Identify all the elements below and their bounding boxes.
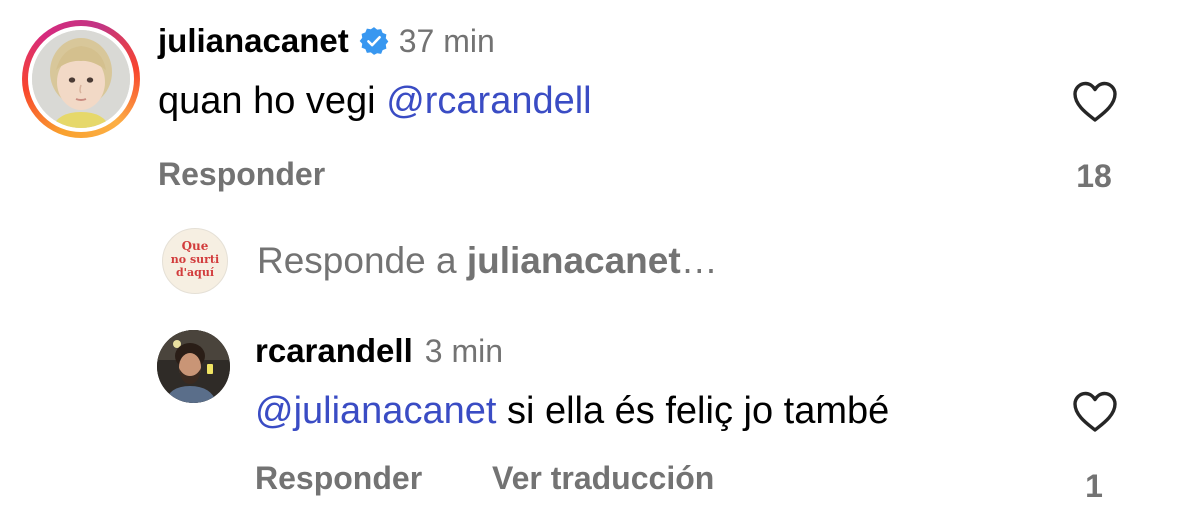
like-button[interactable] <box>1071 390 1119 439</box>
comment-text: @julianacanet si ella és feliç jo també <box>255 390 889 433</box>
svg-text:no surti: no surti <box>171 253 219 266</box>
heart-icon <box>1073 391 1117 432</box>
composer-prefix: Responde a <box>257 240 467 281</box>
composer-suffix: … <box>680 240 718 281</box>
svg-text:Que: Que <box>182 239 209 253</box>
story-ring[interactable] <box>22 20 140 138</box>
avatar[interactable] <box>157 330 230 403</box>
mention-link[interactable]: @julianacanet <box>255 390 496 432</box>
profile-photo-man-icon <box>157 330 230 403</box>
reply-button[interactable]: Responder <box>158 156 325 193</box>
comment-header: rcarandell 3 min <box>255 332 503 370</box>
comment-header: julianacanet 37 min <box>158 22 495 60</box>
heart-icon <box>1073 81 1117 122</box>
like-count[interactable]: 18 <box>1064 158 1124 195</box>
like-button[interactable] <box>1071 80 1119 129</box>
verified-badge-icon <box>359 26 389 56</box>
timestamp: 3 min <box>424 332 503 369</box>
comment-text: quan ho vegi @rcarandell <box>158 80 592 123</box>
translate-button[interactable]: Ver traducción <box>492 460 714 497</box>
comment-text-prefix: quan ho vegi <box>158 80 387 122</box>
like-count[interactable]: 1 <box>1064 468 1124 505</box>
brand-logo-icon: Que no surti d'aquí <box>171 239 219 279</box>
profile-photo-girl-icon <box>32 30 130 128</box>
svg-text:d'aquí: d'aquí <box>176 266 215 279</box>
composer-target: julianacanet <box>466 240 681 281</box>
reply-button[interactable]: Responder <box>255 460 422 497</box>
username[interactable]: julianacanet <box>158 22 349 60</box>
avatar: Que no surti d'aquí <box>162 228 228 294</box>
reply-composer-input[interactable]: Responde a julianacanet… <box>257 240 718 282</box>
username[interactable]: rcarandell <box>255 332 413 370</box>
mention-link[interactable]: @rcarandell <box>386 80 591 122</box>
avatar[interactable] <box>32 30 130 128</box>
comment-text-suffix: si ella és feliç jo també <box>496 390 890 432</box>
timestamp: 37 min <box>398 22 495 59</box>
